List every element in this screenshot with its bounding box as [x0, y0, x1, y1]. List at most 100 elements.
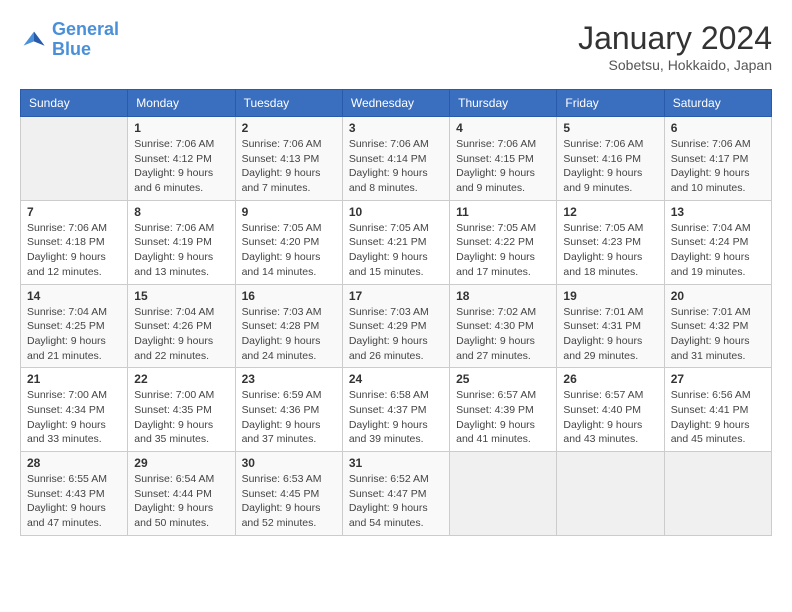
- col-header-friday: Friday: [557, 90, 664, 117]
- calendar-cell: 19 Sunrise: 7:01 AM Sunset: 4:31 PM Dayli…: [557, 284, 664, 368]
- day-info: Sunrise: 7:06 AM Sunset: 4:18 PM Dayligh…: [27, 221, 121, 280]
- day-info: Sunrise: 6:55 AM Sunset: 4:43 PM Dayligh…: [27, 472, 121, 531]
- col-header-tuesday: Tuesday: [235, 90, 342, 117]
- week-row-4: 21 Sunrise: 7:00 AM Sunset: 4:34 PM Dayli…: [21, 368, 772, 452]
- day-info: Sunrise: 7:06 AM Sunset: 4:15 PM Dayligh…: [456, 137, 550, 196]
- day-number: 22: [134, 372, 228, 386]
- day-info: Sunrise: 7:00 AM Sunset: 4:34 PM Dayligh…: [27, 388, 121, 447]
- calendar-cell: 14 Sunrise: 7:04 AM Sunset: 4:25 PM Dayli…: [21, 284, 128, 368]
- calendar-cell: 17 Sunrise: 7:03 AM Sunset: 4:29 PM Dayli…: [342, 284, 449, 368]
- calendar-subtitle: Sobetsu, Hokkaido, Japan: [578, 57, 772, 73]
- day-info: Sunrise: 7:05 AM Sunset: 4:21 PM Dayligh…: [349, 221, 443, 280]
- week-row-1: 1 Sunrise: 7:06 AM Sunset: 4:12 PM Daylig…: [21, 117, 772, 201]
- day-number: 21: [27, 372, 121, 386]
- calendar-cell: 7 Sunrise: 7:06 AM Sunset: 4:18 PM Daylig…: [21, 200, 128, 284]
- calendar-cell: 28 Sunrise: 6:55 AM Sunset: 4:43 PM Dayli…: [21, 452, 128, 536]
- day-info: Sunrise: 7:05 AM Sunset: 4:22 PM Dayligh…: [456, 221, 550, 280]
- day-info: Sunrise: 7:06 AM Sunset: 4:13 PM Dayligh…: [242, 137, 336, 196]
- day-info: Sunrise: 7:05 AM Sunset: 4:20 PM Dayligh…: [242, 221, 336, 280]
- calendar-cell: 15 Sunrise: 7:04 AM Sunset: 4:26 PM Dayli…: [128, 284, 235, 368]
- calendar-cell: 16 Sunrise: 7:03 AM Sunset: 4:28 PM Dayli…: [235, 284, 342, 368]
- calendar-table: SundayMondayTuesdayWednesdayThursdayFrid…: [20, 89, 772, 536]
- calendar-header-row: SundayMondayTuesdayWednesdayThursdayFrid…: [21, 90, 772, 117]
- calendar-cell: 9 Sunrise: 7:05 AM Sunset: 4:20 PM Daylig…: [235, 200, 342, 284]
- calendar-cell: 5 Sunrise: 7:06 AM Sunset: 4:16 PM Daylig…: [557, 117, 664, 201]
- calendar-cell: 10 Sunrise: 7:05 AM Sunset: 4:21 PM Dayli…: [342, 200, 449, 284]
- day-number: 11: [456, 205, 550, 219]
- day-info: Sunrise: 6:57 AM Sunset: 4:39 PM Dayligh…: [456, 388, 550, 447]
- day-number: 7: [27, 205, 121, 219]
- day-info: Sunrise: 7:04 AM Sunset: 4:24 PM Dayligh…: [671, 221, 765, 280]
- day-number: 29: [134, 456, 228, 470]
- day-number: 17: [349, 289, 443, 303]
- day-info: Sunrise: 7:01 AM Sunset: 4:31 PM Dayligh…: [563, 305, 657, 364]
- logo-text: General Blue: [52, 20, 119, 60]
- day-info: Sunrise: 7:06 AM Sunset: 4:19 PM Dayligh…: [134, 221, 228, 280]
- calendar-cell: 1 Sunrise: 7:06 AM Sunset: 4:12 PM Daylig…: [128, 117, 235, 201]
- calendar-cell: [450, 452, 557, 536]
- day-number: 1: [134, 121, 228, 135]
- calendar-cell: 13 Sunrise: 7:04 AM Sunset: 4:24 PM Dayli…: [664, 200, 771, 284]
- day-info: Sunrise: 7:02 AM Sunset: 4:30 PM Dayligh…: [456, 305, 550, 364]
- day-info: Sunrise: 7:06 AM Sunset: 4:14 PM Dayligh…: [349, 137, 443, 196]
- day-number: 25: [456, 372, 550, 386]
- calendar-cell: [557, 452, 664, 536]
- col-header-saturday: Saturday: [664, 90, 771, 117]
- calendar-cell: 31 Sunrise: 6:52 AM Sunset: 4:47 PM Dayli…: [342, 452, 449, 536]
- day-info: Sunrise: 7:06 AM Sunset: 4:12 PM Dayligh…: [134, 137, 228, 196]
- day-info: Sunrise: 7:04 AM Sunset: 4:26 PM Dayligh…: [134, 305, 228, 364]
- logo: General Blue: [20, 20, 119, 60]
- day-number: 8: [134, 205, 228, 219]
- title-block: January 2024 Sobetsu, Hokkaido, Japan: [578, 20, 772, 73]
- calendar-cell: [21, 117, 128, 201]
- day-number: 9: [242, 205, 336, 219]
- day-info: Sunrise: 7:04 AM Sunset: 4:25 PM Dayligh…: [27, 305, 121, 364]
- calendar-cell: [664, 452, 771, 536]
- calendar-cell: 6 Sunrise: 7:06 AM Sunset: 4:17 PM Daylig…: [664, 117, 771, 201]
- calendar-cell: 11 Sunrise: 7:05 AM Sunset: 4:22 PM Dayli…: [450, 200, 557, 284]
- calendar-cell: 21 Sunrise: 7:00 AM Sunset: 4:34 PM Dayli…: [21, 368, 128, 452]
- day-number: 16: [242, 289, 336, 303]
- day-number: 12: [563, 205, 657, 219]
- calendar-cell: 29Sunrise: 6:54 AM Sunset: 4:44 PM Dayli…: [128, 452, 235, 536]
- calendar-cell: 2 Sunrise: 7:06 AM Sunset: 4:13 PM Daylig…: [235, 117, 342, 201]
- calendar-cell: 26Sunrise: 6:57 AM Sunset: 4:40 PM Dayli…: [557, 368, 664, 452]
- calendar-cell: 24Sunrise: 6:58 AM Sunset: 4:37 PM Dayli…: [342, 368, 449, 452]
- day-info: Sunrise: 7:06 AM Sunset: 4:16 PM Dayligh…: [563, 137, 657, 196]
- day-number: 28: [27, 456, 121, 470]
- col-header-sunday: Sunday: [21, 90, 128, 117]
- day-number: 6: [671, 121, 765, 135]
- day-info: Sunrise: 7:03 AM Sunset: 4:29 PM Dayligh…: [349, 305, 443, 364]
- day-number: 14: [27, 289, 121, 303]
- day-number: 31: [349, 456, 443, 470]
- day-number: 2: [242, 121, 336, 135]
- day-info: Sunrise: 6:52 AM Sunset: 4:47 PM Dayligh…: [349, 472, 443, 531]
- day-info: Sunrise: 6:57 AM Sunset: 4:40 PM Dayligh…: [563, 388, 657, 447]
- calendar-cell: 3 Sunrise: 7:06 AM Sunset: 4:14 PM Daylig…: [342, 117, 449, 201]
- day-number: 15: [134, 289, 228, 303]
- day-info: Sunrise: 7:03 AM Sunset: 4:28 PM Dayligh…: [242, 305, 336, 364]
- calendar-cell: 4 Sunrise: 7:06 AM Sunset: 4:15 PM Daylig…: [450, 117, 557, 201]
- day-info: Sunrise: 6:56 AM Sunset: 4:41 PM Dayligh…: [671, 388, 765, 447]
- day-info: Sunrise: 7:00 AM Sunset: 4:35 PM Dayligh…: [134, 388, 228, 447]
- calendar-cell: 25 Sunrise: 6:57 AM Sunset: 4:39 PM Dayli…: [450, 368, 557, 452]
- day-number: 3: [349, 121, 443, 135]
- day-info: Sunrise: 6:53 AM Sunset: 4:45 PM Dayligh…: [242, 472, 336, 531]
- day-info: Sunrise: 7:01 AM Sunset: 4:32 PM Dayligh…: [671, 305, 765, 364]
- day-info: Sunrise: 7:06 AM Sunset: 4:17 PM Dayligh…: [671, 137, 765, 196]
- day-info: Sunrise: 6:59 AM Sunset: 4:36 PM Dayligh…: [242, 388, 336, 447]
- calendar-cell: 30Sunrise: 6:53 AM Sunset: 4:45 PM Dayli…: [235, 452, 342, 536]
- week-row-2: 7 Sunrise: 7:06 AM Sunset: 4:18 PM Daylig…: [21, 200, 772, 284]
- calendar-cell: 20Sunrise: 7:01 AM Sunset: 4:32 PM Dayli…: [664, 284, 771, 368]
- calendar-cell: 18 Sunrise: 7:02 AM Sunset: 4:30 PM Dayli…: [450, 284, 557, 368]
- col-header-monday: Monday: [128, 90, 235, 117]
- day-number: 19: [563, 289, 657, 303]
- day-number: 18: [456, 289, 550, 303]
- day-number: 13: [671, 205, 765, 219]
- day-number: 4: [456, 121, 550, 135]
- week-row-5: 28 Sunrise: 6:55 AM Sunset: 4:43 PM Dayli…: [21, 452, 772, 536]
- day-number: 10: [349, 205, 443, 219]
- day-info: Sunrise: 6:58 AM Sunset: 4:37 PM Dayligh…: [349, 388, 443, 447]
- calendar-cell: 23Sunrise: 6:59 AM Sunset: 4:36 PM Dayli…: [235, 368, 342, 452]
- day-number: 5: [563, 121, 657, 135]
